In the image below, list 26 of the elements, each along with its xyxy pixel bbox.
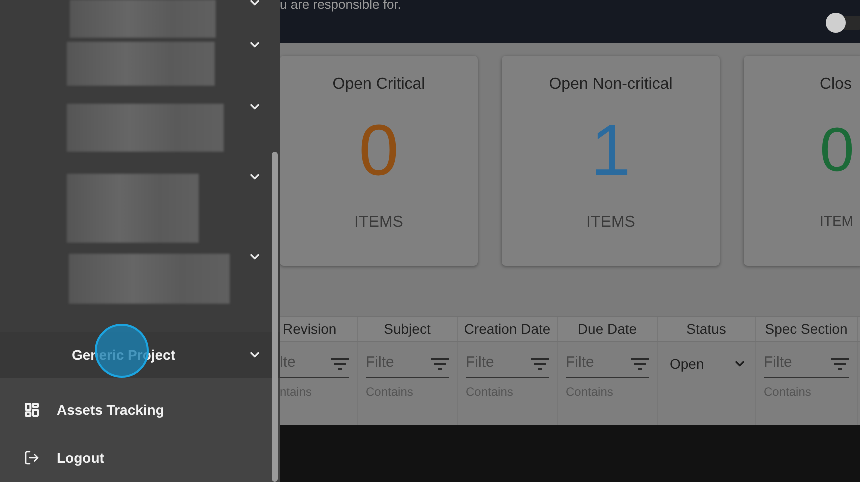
toggle-switch[interactable] [826,16,860,30]
filter-icon[interactable] [631,358,649,370]
column-header[interactable]: Due Date [558,317,658,341]
logout-icon [24,450,40,466]
filter-icon[interactable] [331,358,349,370]
column-header[interactable]: Revision [280,317,358,341]
nav-link[interactable]: Logout [0,434,280,482]
card-title: Open Critical [332,75,426,95]
filter-icon[interactable] [831,358,849,370]
column-header[interactable]: Status [658,317,756,341]
card-count: 0 [820,115,854,187]
column-header[interactable]: Creation Date [458,317,558,341]
card-label: ITEMS [354,213,404,233]
column-header[interactable]: Spec Section [756,317,858,341]
nav-link[interactable]: Assets Tracking [0,386,280,434]
card-label: ITEM [820,212,854,231]
filter-icon[interactable] [431,358,449,370]
dashboard-icon [24,402,40,418]
card-title: Open Non-critical [549,75,673,95]
filter-icon[interactable] [531,358,549,370]
card-label: ITEMS [586,213,636,233]
column-header[interactable]: Subject [358,317,458,341]
card-count: 1 [590,111,632,191]
card-title: Clos [820,75,852,95]
card-count: 0 [358,111,400,191]
status-select[interactable]: Open [666,354,747,378]
